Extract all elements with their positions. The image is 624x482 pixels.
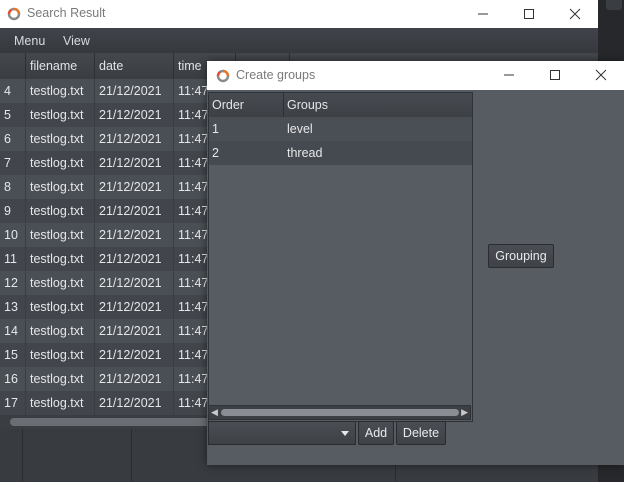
filename-cell: testlog.txt: [26, 391, 95, 415]
groups-horizontal-scrollbar[interactable]: ◀ ▶: [208, 405, 471, 420]
close-icon: [569, 8, 581, 20]
filename-cell: testlog.txt: [26, 343, 95, 367]
maximize-button[interactable]: [506, 0, 552, 28]
date-cell: 21/12/2021: [95, 295, 174, 319]
grouping-button[interactable]: Grouping: [488, 244, 554, 268]
date-cell: 21/12/2021: [95, 391, 174, 415]
date-cell: 21/12/2021: [95, 223, 174, 247]
col-header-groups[interactable]: Groups: [284, 93, 472, 117]
filename-cell: testlog.txt: [26, 199, 95, 223]
scrollbar-thumb[interactable]: [221, 409, 459, 416]
col-header-number[interactable]: [0, 53, 26, 79]
filename-cell: testlog.txt: [26, 151, 95, 175]
num-cell: 8: [0, 175, 26, 199]
app-ring-icon: [7, 7, 21, 21]
date-cell: 21/12/2021: [95, 271, 174, 295]
scrollbar-thumb[interactable]: [10, 418, 210, 426]
num-cell: 4: [0, 79, 26, 103]
num-cell: 12: [0, 271, 26, 295]
minimize-button[interactable]: [486, 61, 532, 89]
num-cell: 9: [0, 199, 26, 223]
table-row[interactable]: 2 thread: [209, 141, 472, 165]
num-cell: 5: [0, 103, 26, 127]
minimize-icon: [478, 13, 488, 15]
delete-button[interactable]: Delete: [396, 421, 446, 445]
create-groups-titlebar: Create groups: [207, 61, 624, 90]
num-cell: 16: [0, 367, 26, 391]
date-cell: 21/12/2021: [95, 247, 174, 271]
filename-cell: testlog.txt: [26, 271, 95, 295]
table-row[interactable]: 1 level: [209, 117, 472, 141]
date-cell: 21/12/2021: [95, 103, 174, 127]
col-header-date[interactable]: date: [95, 53, 174, 79]
group-select-dropdown[interactable]: [208, 421, 356, 445]
date-cell: 21/12/2021: [95, 367, 174, 391]
dialog-title: Create groups: [236, 68, 316, 82]
add-button[interactable]: Add: [358, 421, 394, 445]
filename-cell: testlog.txt: [26, 79, 95, 103]
date-cell: 21/12/2021: [95, 343, 174, 367]
menu-item-menu[interactable]: Menu: [14, 34, 45, 48]
scroll-left-icon[interactable]: ◀: [211, 407, 218, 418]
order-cell: 2: [212, 146, 219, 160]
menu-item-view[interactable]: View: [63, 34, 90, 48]
window-title: Search Result: [27, 6, 106, 20]
filename-cell: testlog.txt: [26, 295, 95, 319]
close-button[interactable]: [578, 61, 624, 89]
close-button[interactable]: [552, 0, 598, 28]
maximize-button[interactable]: [532, 61, 578, 89]
chevron-down-icon: [341, 431, 349, 436]
minimize-button[interactable]: [460, 0, 506, 28]
group-cell: level: [287, 122, 313, 136]
filename-cell: testlog.txt: [26, 127, 95, 151]
minimize-icon: [504, 74, 514, 76]
num-cell: 15: [0, 343, 26, 367]
close-icon: [595, 69, 607, 81]
date-cell: 21/12/2021: [95, 79, 174, 103]
maximize-icon: [550, 70, 560, 80]
num-cell: 10: [0, 223, 26, 247]
date-cell: 21/12/2021: [95, 151, 174, 175]
num-cell: 13: [0, 295, 26, 319]
num-cell: 7: [0, 151, 26, 175]
filename-cell: testlog.txt: [26, 367, 95, 391]
date-cell: 21/12/2021: [95, 319, 174, 343]
group-cell: thread: [287, 146, 323, 160]
date-cell: 21/12/2021: [95, 127, 174, 151]
search-result-titlebar: Search Result: [0, 0, 598, 28]
order-cell: 1: [212, 122, 219, 136]
groups-table: Order Groups 1 level 2 thread: [208, 92, 473, 422]
filename-cell: testlog.txt: [26, 175, 95, 199]
filename-cell: testlog.txt: [26, 223, 95, 247]
create-groups-window: Create groups Order Groups 1 level 2 thr…: [207, 61, 624, 465]
scroll-right-icon[interactable]: ▶: [461, 407, 468, 418]
app-ring-icon: [216, 69, 230, 83]
col-header-order[interactable]: Order: [209, 93, 284, 117]
filename-cell: testlog.txt: [26, 319, 95, 343]
menu-bar: Menu View: [0, 28, 598, 54]
groups-table-header: Order Groups: [209, 93, 472, 118]
num-cell: 6: [0, 127, 26, 151]
col-header-filename[interactable]: filename: [26, 53, 95, 79]
num-cell: 17: [0, 391, 26, 415]
num-cell: 11: [0, 247, 26, 271]
maximize-icon: [524, 9, 534, 19]
num-cell: 14: [0, 319, 26, 343]
filename-cell: testlog.txt: [26, 103, 95, 127]
filename-cell: testlog.txt: [26, 247, 95, 271]
date-cell: 21/12/2021: [95, 199, 174, 223]
date-cell: 21/12/2021: [95, 175, 174, 199]
